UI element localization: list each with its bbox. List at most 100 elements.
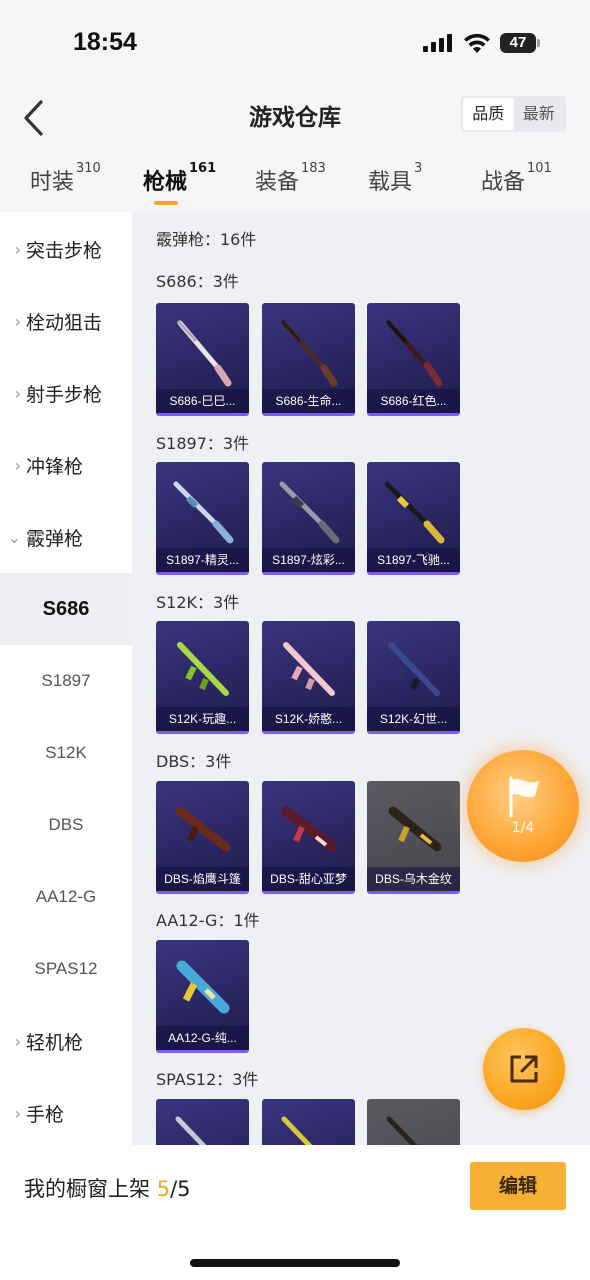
tab-gear[interactable]: 战备101	[481, 161, 552, 196]
item-name: S686-红色...	[367, 389, 460, 413]
sidebar-subitem-dbs[interactable]: DBS	[0, 789, 132, 861]
status-time: 18:54	[73, 28, 137, 56]
back-icon[interactable]	[14, 96, 54, 140]
shotgun-skin-icon	[175, 1116, 207, 1145]
item-card[interactable]: S1897-炫彩...	[262, 462, 355, 575]
battery-icon: 47	[500, 33, 540, 53]
group-title: S12K：3件	[156, 593, 240, 612]
battery-level: 47	[500, 33, 536, 53]
showcase-current: 5	[156, 1177, 171, 1201]
item-card[interactable]: S12K-娇憨...	[262, 621, 355, 734]
chevron-right-icon: ›	[14, 1103, 21, 1123]
group-title: SPAS12：3件	[156, 1070, 259, 1089]
tab-fashion[interactable]: 时装310	[30, 161, 101, 196]
flag-count: 1/4	[511, 820, 535, 836]
sidebar-subitem-spas12[interactable]: SPAS12	[0, 933, 132, 1005]
tab-label: 战备	[481, 170, 526, 195]
item-name: S686-生命...	[262, 389, 355, 413]
item-name: S1897-炫彩...	[262, 548, 355, 572]
sidebar-item-label: 手枪	[26, 1103, 65, 1126]
shotgun-skin-icon	[388, 806, 442, 852]
chevron-right-icon: ›	[14, 239, 21, 259]
item-name: DBS-乌木金纹	[367, 867, 460, 891]
group-title: S686：3件	[156, 272, 239, 291]
shotgun-skin-icon	[384, 481, 445, 544]
shotgun-skin-icon	[173, 481, 234, 544]
sort-latest-button[interactable]: 最新	[514, 98, 565, 130]
shotgun-skin-icon	[281, 1116, 313, 1145]
shotgun-skin-icon	[175, 806, 231, 852]
sidebar-subitem-s686[interactable]: S686	[0, 573, 132, 645]
edit-button[interactable]: 编辑	[470, 1162, 566, 1210]
item-card[interactable]: S1897-精灵...	[156, 462, 249, 575]
item-card[interactable]: DBS-焰鹰斗篷	[156, 781, 249, 894]
sidebar-item-label: 冲锋枪	[26, 455, 84, 478]
sidebar-item-marksman-rifle[interactable]: › 射手步枪	[0, 357, 132, 429]
tab-equipment[interactable]: 装备183	[255, 161, 326, 196]
item-name: S686-巳巳...	[156, 389, 249, 413]
bottom-bar: 我的橱窗上架 5/5 编辑	[0, 1145, 590, 1280]
item-card[interactable]	[367, 1099, 460, 1145]
sidebar-item-lmg[interactable]: › 轻机枪	[0, 1005, 132, 1077]
item-card[interactable]: DBS-甜心亚梦	[262, 781, 355, 894]
chevron-right-icon: ›	[14, 383, 21, 403]
sidebar-item-smg[interactable]: › 冲锋枪	[0, 429, 132, 501]
sidebar-subitem-s1897[interactable]: S1897	[0, 645, 132, 717]
chevron-right-icon: ›	[14, 1031, 21, 1051]
item-card[interactable]: DBS-乌木金纹	[367, 781, 460, 894]
item-card[interactable]: S12K-玩趣...	[156, 621, 249, 734]
sidebar-item-label: 突击步枪	[26, 239, 103, 262]
item-card[interactable]	[156, 1099, 249, 1145]
sidebar-item-label: 轻机枪	[26, 1031, 84, 1054]
sidebar-item-pistol[interactable]: › 手枪	[0, 1077, 132, 1145]
group-title: S1897：3件	[156, 434, 250, 453]
item-card[interactable]	[262, 1099, 355, 1145]
status-bar: 18:54 47	[0, 0, 590, 88]
item-card[interactable]: S686-红色...	[367, 303, 460, 416]
item-card[interactable]: S686-巳巳...	[156, 303, 249, 416]
cellular-signal-icon	[423, 34, 453, 52]
tab-count: 161	[189, 161, 217, 176]
item-name: S12K-玩趣...	[156, 707, 249, 731]
tab-count: 3	[414, 161, 423, 176]
item-name: S12K-娇憨...	[262, 707, 355, 731]
shotgun-skin-icon	[177, 642, 229, 696]
shotgun-skin-icon	[176, 960, 230, 1014]
sidebar-subitem-aa12g[interactable]: AA12-G	[0, 861, 132, 933]
chevron-right-icon: ›	[14, 455, 21, 475]
item-grid-area[interactable]: 霰弹枪：16件 S686：3件 S686-巳巳... S686-生命... S6…	[132, 212, 590, 1145]
sidebar-item-assault-rifle[interactable]: › 突击步枪	[0, 213, 132, 285]
share-icon	[510, 1055, 538, 1083]
item-card[interactable]: AA12-G-纯...	[156, 940, 249, 1053]
nav-bar: 游戏仓库 品质 最新	[0, 88, 590, 150]
sidebar-item-bolt-sniper[interactable]: › 栓动狙击	[0, 285, 132, 357]
tab-label: 载具	[368, 170, 413, 195]
sidebar-item-shotgun[interactable]: ⌄ 霰弹枪	[0, 501, 132, 573]
showcase-total: /5	[170, 1177, 191, 1201]
showcase-status: 我的橱窗上架 5/5	[24, 1173, 191, 1203]
item-card[interactable]: S12K-幻世...	[367, 621, 460, 734]
item-card[interactable]: S1897-飞驰...	[367, 462, 460, 575]
tab-count: 310	[76, 161, 101, 176]
tab-label: 装备	[255, 170, 300, 195]
shotgun-skin-icon	[176, 319, 232, 387]
home-indicator[interactable]	[190, 1259, 400, 1267]
item-name: DBS-甜心亚梦	[262, 867, 355, 891]
flag-progress-button[interactable]: 1/4	[467, 750, 579, 862]
active-tab-indicator	[154, 201, 178, 205]
shotgun-skin-icon	[385, 319, 443, 387]
item-card[interactable]: S686-生命...	[262, 303, 355, 416]
tab-firearms[interactable]: 枪械161	[143, 161, 217, 196]
tab-vehicles[interactable]: 载具3	[368, 161, 423, 196]
sort-quality-button[interactable]: 品质	[463, 98, 514, 130]
shotgun-skin-icon	[279, 481, 340, 544]
tab-count: 183	[301, 161, 326, 176]
chevron-down-icon: ⌄	[7, 527, 21, 547]
sort-toggle: 品质 最新	[461, 96, 566, 132]
sidebar-item-label: 霰弹枪	[26, 527, 84, 550]
tab-label: 时装	[30, 170, 75, 195]
item-name: DBS-焰鹰斗篷	[156, 867, 249, 891]
share-button[interactable]	[483, 1028, 565, 1110]
category-tabs: 时装310 枪械161 装备183 载具3 战备101	[0, 150, 590, 212]
sidebar-subitem-s12k[interactable]: S12K	[0, 717, 132, 789]
